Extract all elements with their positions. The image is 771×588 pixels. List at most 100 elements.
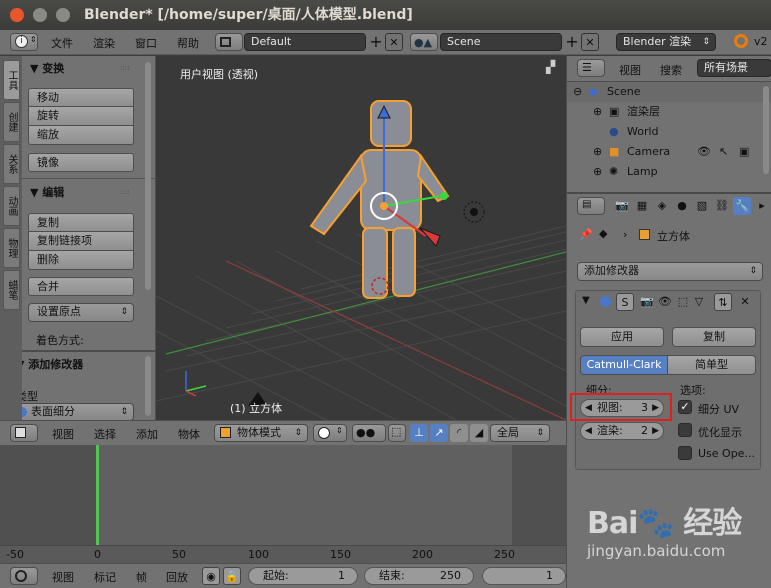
tool-shelf-scrollbar[interactable] bbox=[145, 62, 151, 290]
scene-picker-button[interactable]: ●▲ bbox=[410, 33, 438, 51]
lock-icon[interactable]: 🔒 bbox=[223, 567, 241, 585]
viewport-menu-select[interactable]: 选择 bbox=[94, 426, 116, 442]
manipulator-toggle-icon[interactable]: ⊥ bbox=[410, 424, 428, 442]
object-mode-dropdown[interactable]: 物体模式 ⇕ bbox=[214, 424, 308, 442]
menu-help[interactable]: 帮助 bbox=[177, 35, 199, 51]
outliner-row-world[interactable]: ● World bbox=[567, 122, 771, 142]
delete-modifier-icon[interactable]: ✕ bbox=[736, 293, 754, 311]
visibility-eye-icon[interactable]: 👁 bbox=[697, 142, 711, 162]
duplicate-button[interactable]: 复制 bbox=[28, 213, 134, 232]
copy-modifier-button[interactable]: 复制 bbox=[672, 327, 756, 347]
shading-mode-button[interactable]: ⇕ bbox=[313, 424, 347, 442]
close-window-icon[interactable] bbox=[10, 8, 24, 22]
timeline-menu-frame[interactable]: 帧 bbox=[136, 569, 147, 585]
add-layout-icon[interactable]: + bbox=[367, 33, 385, 51]
set-origin-dropdown[interactable]: 设置原点 ⇕ bbox=[28, 303, 134, 322]
outliner-row-renderlayers[interactable]: ⊕ ▣ 渲染层 bbox=[567, 102, 771, 122]
timeline-area[interactable]: -50 0 50 100 150 200 250 bbox=[0, 445, 566, 563]
view-levels-field[interactable]: ◀ 视图: 3 ▶ bbox=[580, 399, 664, 417]
outliner-row-camera[interactable]: ⊕ ■ Camera 👁 ↖ ▣ bbox=[567, 142, 771, 162]
timeline-menu-view[interactable]: 视图 bbox=[52, 569, 74, 585]
tab-relations[interactable]: 关系 bbox=[3, 144, 20, 184]
translate-manipulator-icon[interactable]: ↗ bbox=[430, 424, 448, 442]
mirror-button[interactable]: 镜像 bbox=[28, 153, 134, 172]
render-camera-icon[interactable]: ▣ bbox=[739, 142, 749, 162]
outliner-filter-dropdown[interactable]: 所有场景 bbox=[697, 59, 771, 77]
viewport-menu-object[interactable]: 物体 bbox=[178, 426, 200, 442]
outliner-menu-view[interactable]: 视图 bbox=[619, 62, 641, 78]
current-frame-field[interactable]: 1 bbox=[482, 567, 566, 585]
viewport-menu-view[interactable]: 视图 bbox=[52, 426, 74, 442]
simple-tab[interactable]: 简单型 bbox=[667, 355, 756, 375]
tab-animation[interactable]: 动画 bbox=[3, 186, 20, 226]
layers-tab-icon[interactable]: ▦ bbox=[633, 197, 651, 215]
outliner-menu-search[interactable]: 搜索 bbox=[660, 62, 682, 78]
timeline-playhead[interactable] bbox=[96, 445, 99, 545]
viewport-menu-add[interactable]: 添加 bbox=[136, 426, 158, 442]
tab-tools[interactable]: 工具 bbox=[3, 60, 20, 100]
menu-render[interactable]: 渲染 bbox=[93, 35, 115, 51]
pivot-point-button[interactable]: ●● bbox=[352, 424, 386, 442]
transform-orientation-dropdown[interactable]: 全局 ⇕ bbox=[490, 424, 550, 442]
minimize-window-icon[interactable] bbox=[33, 8, 47, 22]
pin-icon[interactable]: 📌 bbox=[579, 228, 593, 241]
add-modifier-dropdown[interactable]: 添加修改器 ⇕ bbox=[577, 262, 763, 281]
scene-tab-icon[interactable]: ◈ bbox=[653, 197, 671, 215]
3d-viewport[interactable]: 用户视图 (透视) (1) 立方体 ▞ bbox=[156, 56, 566, 420]
expand-icon[interactable]: ⊕ bbox=[593, 142, 602, 162]
scene-field[interactable]: Scene bbox=[440, 33, 562, 51]
increment-arrow-icon[interactable]: ▶ bbox=[652, 400, 659, 416]
end-frame-field[interactable]: 结束: 250 bbox=[364, 567, 474, 585]
select-arrow-icon[interactable]: ↖ bbox=[719, 142, 728, 162]
editor-type-info-button[interactable]: i ⇕ bbox=[10, 33, 38, 51]
outliner-editor-type-button[interactable]: ☰ bbox=[577, 59, 605, 77]
rotate-manipulator-icon[interactable]: ◜ bbox=[450, 424, 468, 442]
outliner-scrollbar[interactable] bbox=[763, 86, 769, 174]
edit-section-title[interactable]: ▼ 编辑 bbox=[30, 184, 64, 200]
corner-plus-icon[interactable]: ▞ bbox=[546, 60, 555, 74]
modifier-type-dropdown[interactable]: 表面细分 ⇕ bbox=[22, 403, 134, 420]
layout-picker-button[interactable] bbox=[215, 33, 243, 51]
proportional-button[interactable]: ⬚ bbox=[388, 424, 406, 442]
properties-editor-type-button[interactable]: ▤ bbox=[577, 197, 605, 215]
join-button[interactable]: 合并 bbox=[28, 277, 134, 296]
add-scene-icon[interactable]: + bbox=[563, 33, 581, 51]
start-frame-field[interactable]: 起始: 1 bbox=[248, 567, 358, 585]
drag-grip-icon[interactable]: :::: bbox=[120, 64, 129, 72]
delete-button[interactable]: 删除 bbox=[28, 251, 134, 270]
transform-section-title[interactable]: ▼ 变换 bbox=[30, 60, 64, 76]
move-button[interactable]: 移动 bbox=[28, 88, 134, 107]
catmull-clark-tab[interactable]: Catmull-Clark bbox=[580, 355, 668, 375]
render-tab-icon[interactable]: 📷 bbox=[613, 197, 631, 215]
collapse-triangle-icon[interactable]: ▼ bbox=[582, 295, 590, 306]
world-tab-icon[interactable]: ● bbox=[673, 197, 691, 215]
apply-modifier-button[interactable]: 应用 bbox=[580, 327, 664, 347]
record-icon[interactable]: ◉ bbox=[202, 567, 220, 585]
render-levels-field[interactable]: ◀ 渲染: 2 ▶ bbox=[580, 422, 664, 440]
object-tab-icon[interactable]: ▧ bbox=[693, 197, 711, 215]
show-render-icon[interactable]: 📷 bbox=[638, 293, 656, 311]
operator-section-title[interactable]: ▼ 添加修改器 bbox=[22, 356, 83, 372]
outliner-row-lamp[interactable]: ⊕ ✺ Lamp bbox=[567, 162, 771, 182]
show-viewport-icon[interactable]: 👁 bbox=[656, 293, 674, 311]
scale-button[interactable]: 缩放 bbox=[28, 126, 134, 145]
decrement-arrow-icon[interactable]: ◀ bbox=[585, 423, 592, 439]
drag-grip-icon[interactable]: :::: bbox=[120, 188, 129, 196]
remove-scene-icon[interactable]: ✕ bbox=[581, 33, 599, 51]
layout-field[interactable]: Default bbox=[244, 33, 366, 51]
tab-physics[interactable]: 物理 bbox=[3, 228, 20, 268]
increment-arrow-icon[interactable]: ▶ bbox=[652, 423, 659, 439]
menu-window[interactable]: 窗口 bbox=[135, 35, 157, 51]
tab-create[interactable]: 创建 bbox=[3, 102, 20, 142]
collapse-icon[interactable]: ⊖ bbox=[573, 82, 582, 102]
timeline-editor-type-button[interactable] bbox=[10, 567, 38, 585]
modifiers-tab-icon[interactable]: 🔧 bbox=[733, 197, 751, 215]
remove-layout-icon[interactable]: ✕ bbox=[385, 33, 403, 51]
timeline-menu-playback[interactable]: 回放 bbox=[166, 569, 188, 585]
maximize-window-icon[interactable] bbox=[56, 8, 70, 22]
use-opensubdiv-checkbox[interactable] bbox=[678, 446, 692, 460]
operator-scrollbar[interactable] bbox=[145, 356, 151, 416]
expand-icon[interactable]: ⊕ bbox=[593, 162, 602, 182]
render-engine-dropdown[interactable]: Blender 渲染 ⇕ bbox=[616, 33, 716, 51]
outliner-row-scene[interactable]: ⊖ ◆ Scene bbox=[567, 82, 771, 102]
